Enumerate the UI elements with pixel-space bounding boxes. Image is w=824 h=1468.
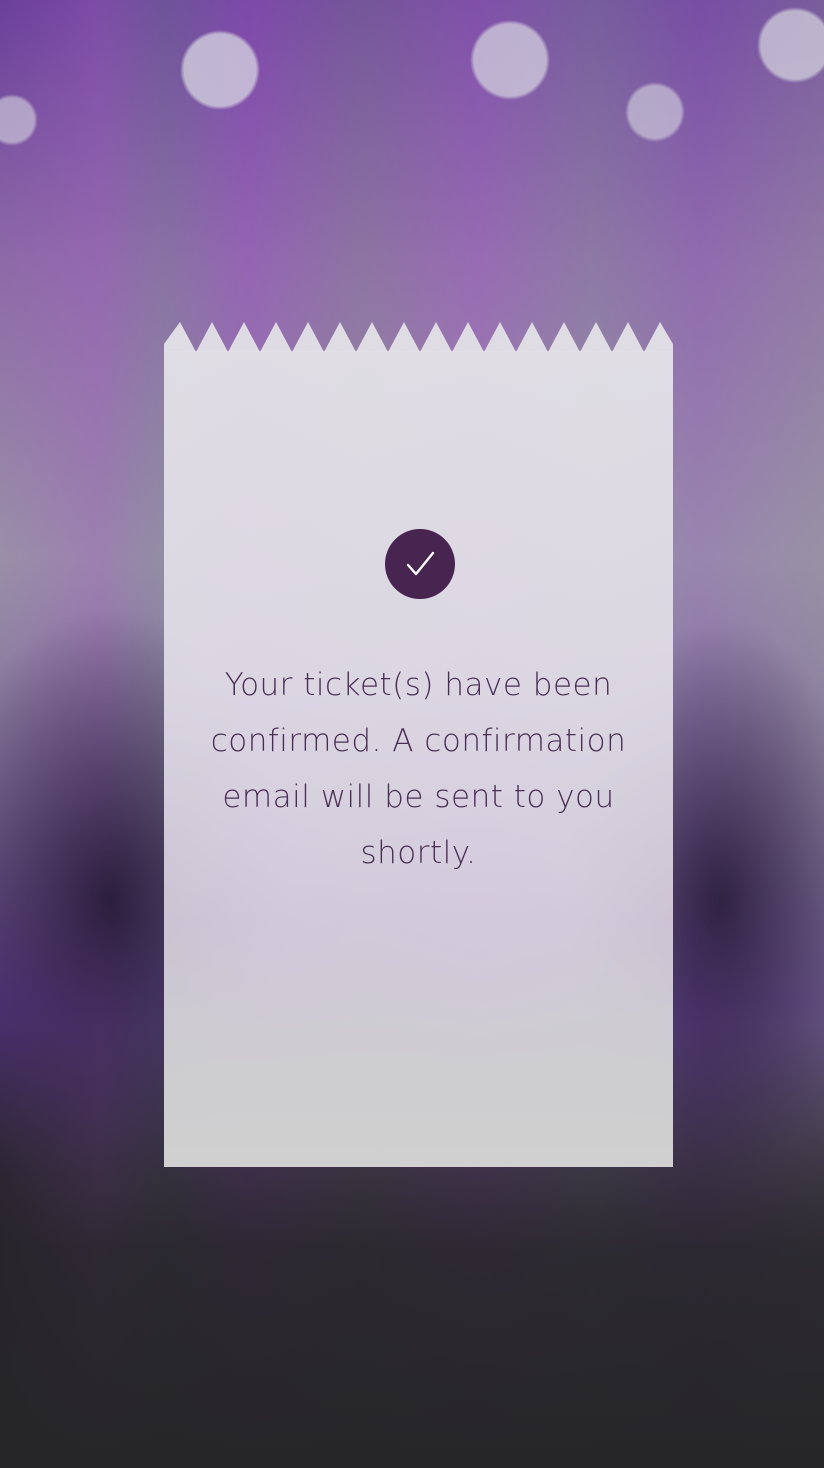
confirmation-screen: Your ticket(s) have been confirmed. A co… [0,0,824,1468]
success-badge [385,529,455,599]
ticket-body: Your ticket(s) have been confirmed. A co… [164,351,673,1167]
confirmation-message: Your ticket(s) have been confirmed. A co… [210,667,627,871]
ticket-serrated-edge [164,322,673,352]
checkmark-icon [406,551,435,576]
ticket-card: Your ticket(s) have been confirmed. A co… [164,322,673,1167]
